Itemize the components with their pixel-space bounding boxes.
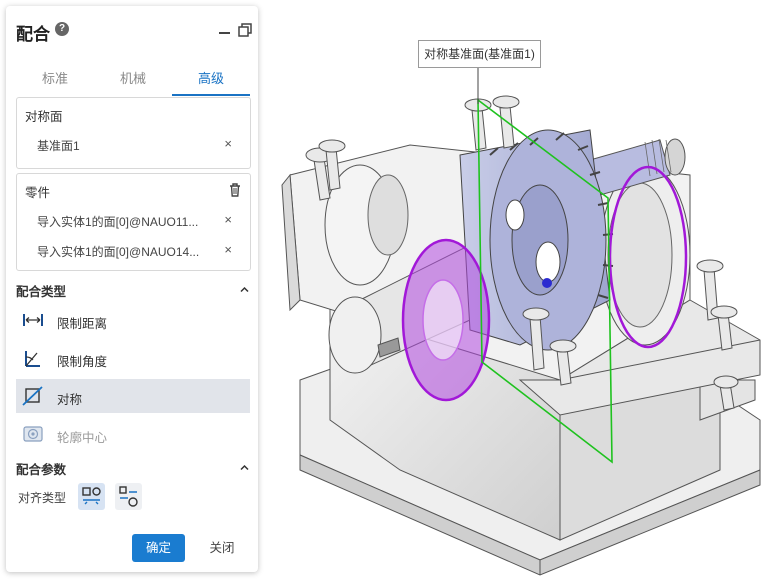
mate-type-label: 对称 [57, 393, 83, 407]
chevron-up-icon[interactable] [240, 285, 249, 294]
chevron-up-icon[interactable] [240, 463, 249, 472]
mate-type-limit-distance[interactable]: 限制距离 [16, 303, 250, 337]
selected-face-left[interactable] [401, 238, 491, 402]
panel-title: 配合 [16, 25, 50, 44]
parts-label: 零件 [25, 186, 51, 200]
mate-panel: 配合 ? 标准 机械 高级 对称面 基准面1 × 零件 导入实体1的面[0]@N… [6, 6, 258, 572]
remove-item-icon[interactable]: × [224, 242, 232, 257]
remove-item-icon[interactable]: × [224, 212, 232, 227]
tab-advanced[interactable]: 高级 [172, 66, 250, 96]
tab-standard[interactable]: 标准 [16, 66, 94, 94]
symmetry-plane-label: 对称面 [25, 110, 63, 124]
symmetry-plane-box[interactable]: 对称面 基准面1 × [16, 97, 251, 169]
mate-types-header[interactable]: 配合类型 [16, 281, 66, 300]
3d-viewport[interactable] [260, 0, 777, 579]
part-item: 导入实体1的面[0]@NAUO14... [37, 245, 200, 259]
part-item: 导入实体1的面[0]@NAUO11... [37, 215, 199, 229]
profile-center-icon [23, 426, 43, 442]
limit-angle-icon [25, 351, 40, 367]
align-aligned-button[interactable] [78, 483, 105, 510]
mate-type-label: 限制角度 [57, 355, 108, 369]
remove-item-icon[interactable]: × [224, 136, 232, 151]
close-button[interactable]: 关闭 [202, 534, 242, 562]
symmetry-plane-item: 基准面1 [37, 139, 80, 153]
tab-bar: 标准 机械 高级 [16, 66, 250, 96]
align-anti-aligned-button[interactable] [115, 483, 142, 510]
align-anti-aligned-icon [119, 486, 138, 507]
mate-type-profile-center[interactable]: 轮廓中心 [16, 417, 250, 451]
mate-type-label: 限制距离 [57, 317, 108, 331]
mate-type-limit-angle[interactable]: 限制角度 [16, 341, 250, 375]
symmetric-icon [22, 386, 43, 406]
restore-icon[interactable] [238, 23, 252, 37]
align-type-label: 对齐类型 [18, 491, 67, 505]
help-icon[interactable]: ? [55, 22, 69, 36]
ok-button[interactable]: 确定 [132, 534, 185, 562]
tab-mechanical[interactable]: 机械 [94, 66, 172, 94]
align-aligned-icon [82, 487, 101, 505]
trash-icon[interactable] [229, 183, 241, 197]
minimize-icon[interactable] [219, 32, 230, 34]
mate-type-symmetric[interactable]: 对称 [16, 379, 250, 413]
limit-distance-icon [23, 314, 43, 326]
plane-tooltip: 对称基准面(基准面1) [418, 40, 541, 68]
parts-box[interactable]: 零件 导入实体1的面[0]@NAUO11... × 导入实体1的面[0]@NAU… [16, 173, 251, 271]
mate-params-header[interactable]: 配合参数 [16, 459, 66, 478]
mate-type-label: 轮廓中心 [57, 431, 108, 445]
